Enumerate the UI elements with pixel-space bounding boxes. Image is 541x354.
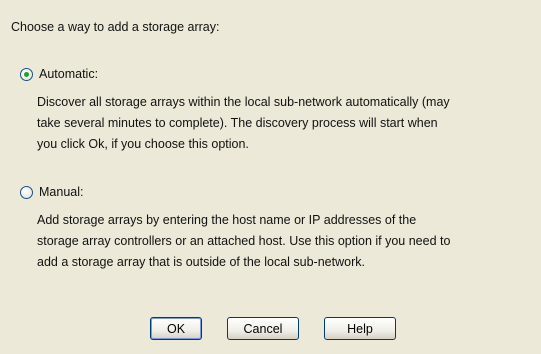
- automatic-radio-button[interactable]: [20, 67, 33, 81]
- ok-button[interactable]: OK: [150, 317, 202, 340]
- prompt-text: Choose a way to add a storage array:: [11, 20, 220, 34]
- automatic-option[interactable]: Automatic:: [20, 66, 98, 82]
- automatic-description-line: Discover all storage arrays within the l…: [37, 95, 450, 109]
- automatic-description-line: you click Ok, if you choose this option.: [37, 137, 249, 151]
- manual-description-line: Add storage arrays by entering the host …: [37, 213, 417, 227]
- automatic-label[interactable]: Automatic:: [39, 66, 98, 82]
- manual-label[interactable]: Manual:: [39, 184, 83, 200]
- manual-description-line: storage array controllers or an attached…: [37, 234, 451, 248]
- manual-description-line: add a storage array that is outside of t…: [37, 255, 365, 269]
- cancel-button[interactable]: Cancel: [227, 317, 299, 340]
- manual-option[interactable]: Manual:: [20, 184, 83, 200]
- manual-radio-button[interactable]: [20, 185, 33, 199]
- automatic-description: Discover all storage arrays within the l…: [37, 92, 450, 155]
- automatic-description-line: take several minutes to complete). The d…: [37, 116, 438, 130]
- help-button[interactable]: Help: [324, 317, 396, 340]
- add-storage-array-dialog: Choose a way to add a storage array: Aut…: [0, 0, 541, 354]
- manual-description: Add storage arrays by entering the host …: [37, 210, 450, 273]
